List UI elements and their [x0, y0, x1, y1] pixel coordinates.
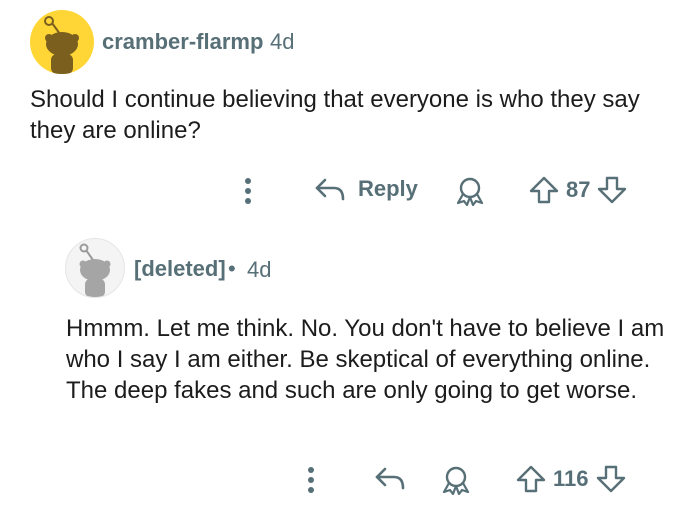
reply-timestamp: 4d — [247, 257, 272, 282]
upvote-icon — [529, 176, 559, 204]
reply-arrow-icon — [375, 467, 405, 490]
comment-username[interactable]: cramber-flarmp — [102, 29, 263, 55]
award-button[interactable] — [439, 465, 473, 495]
reply-arrow-icon — [315, 178, 345, 201]
more-vertical-icon — [245, 178, 251, 204]
more-options-button[interactable] — [238, 176, 258, 206]
meta-separator: • — [228, 256, 236, 281]
reply-body: Hmmm. Let me think. No. You don't have t… — [66, 315, 665, 404]
vote-score: 87 — [566, 177, 591, 202]
upvote-button[interactable] — [528, 175, 560, 205]
reply-button[interactable]: Reply — [312, 175, 418, 203]
comment-timestamp: 4d — [270, 29, 295, 54]
reply-button[interactable] — [372, 464, 408, 492]
avatar[interactable] — [30, 10, 94, 74]
vote-controls: 87 — [528, 175, 628, 205]
award-button[interactable] — [453, 176, 487, 206]
reply-username: [deleted] — [134, 256, 226, 281]
more-vertical-icon — [308, 467, 314, 493]
snoo-icon — [44, 16, 79, 74]
upvote-button[interactable] — [515, 464, 547, 494]
award-icon — [456, 177, 484, 206]
reply-label: Reply — [358, 176, 418, 201]
award-icon — [442, 466, 470, 495]
vote-controls: 116 — [515, 464, 627, 494]
vote-score: 116 — [553, 466, 589, 491]
avatar[interactable] — [65, 238, 125, 298]
downvote-icon — [598, 176, 627, 204]
snoo-icon — [79, 243, 111, 297]
downvote-button[interactable] — [595, 464, 627, 494]
upvote-icon — [516, 465, 546, 493]
downvote-icon — [596, 465, 625, 493]
downvote-button[interactable] — [596, 175, 628, 205]
comment-body: Should I continue believing that everyon… — [30, 86, 640, 144]
more-options-button[interactable] — [301, 465, 321, 495]
